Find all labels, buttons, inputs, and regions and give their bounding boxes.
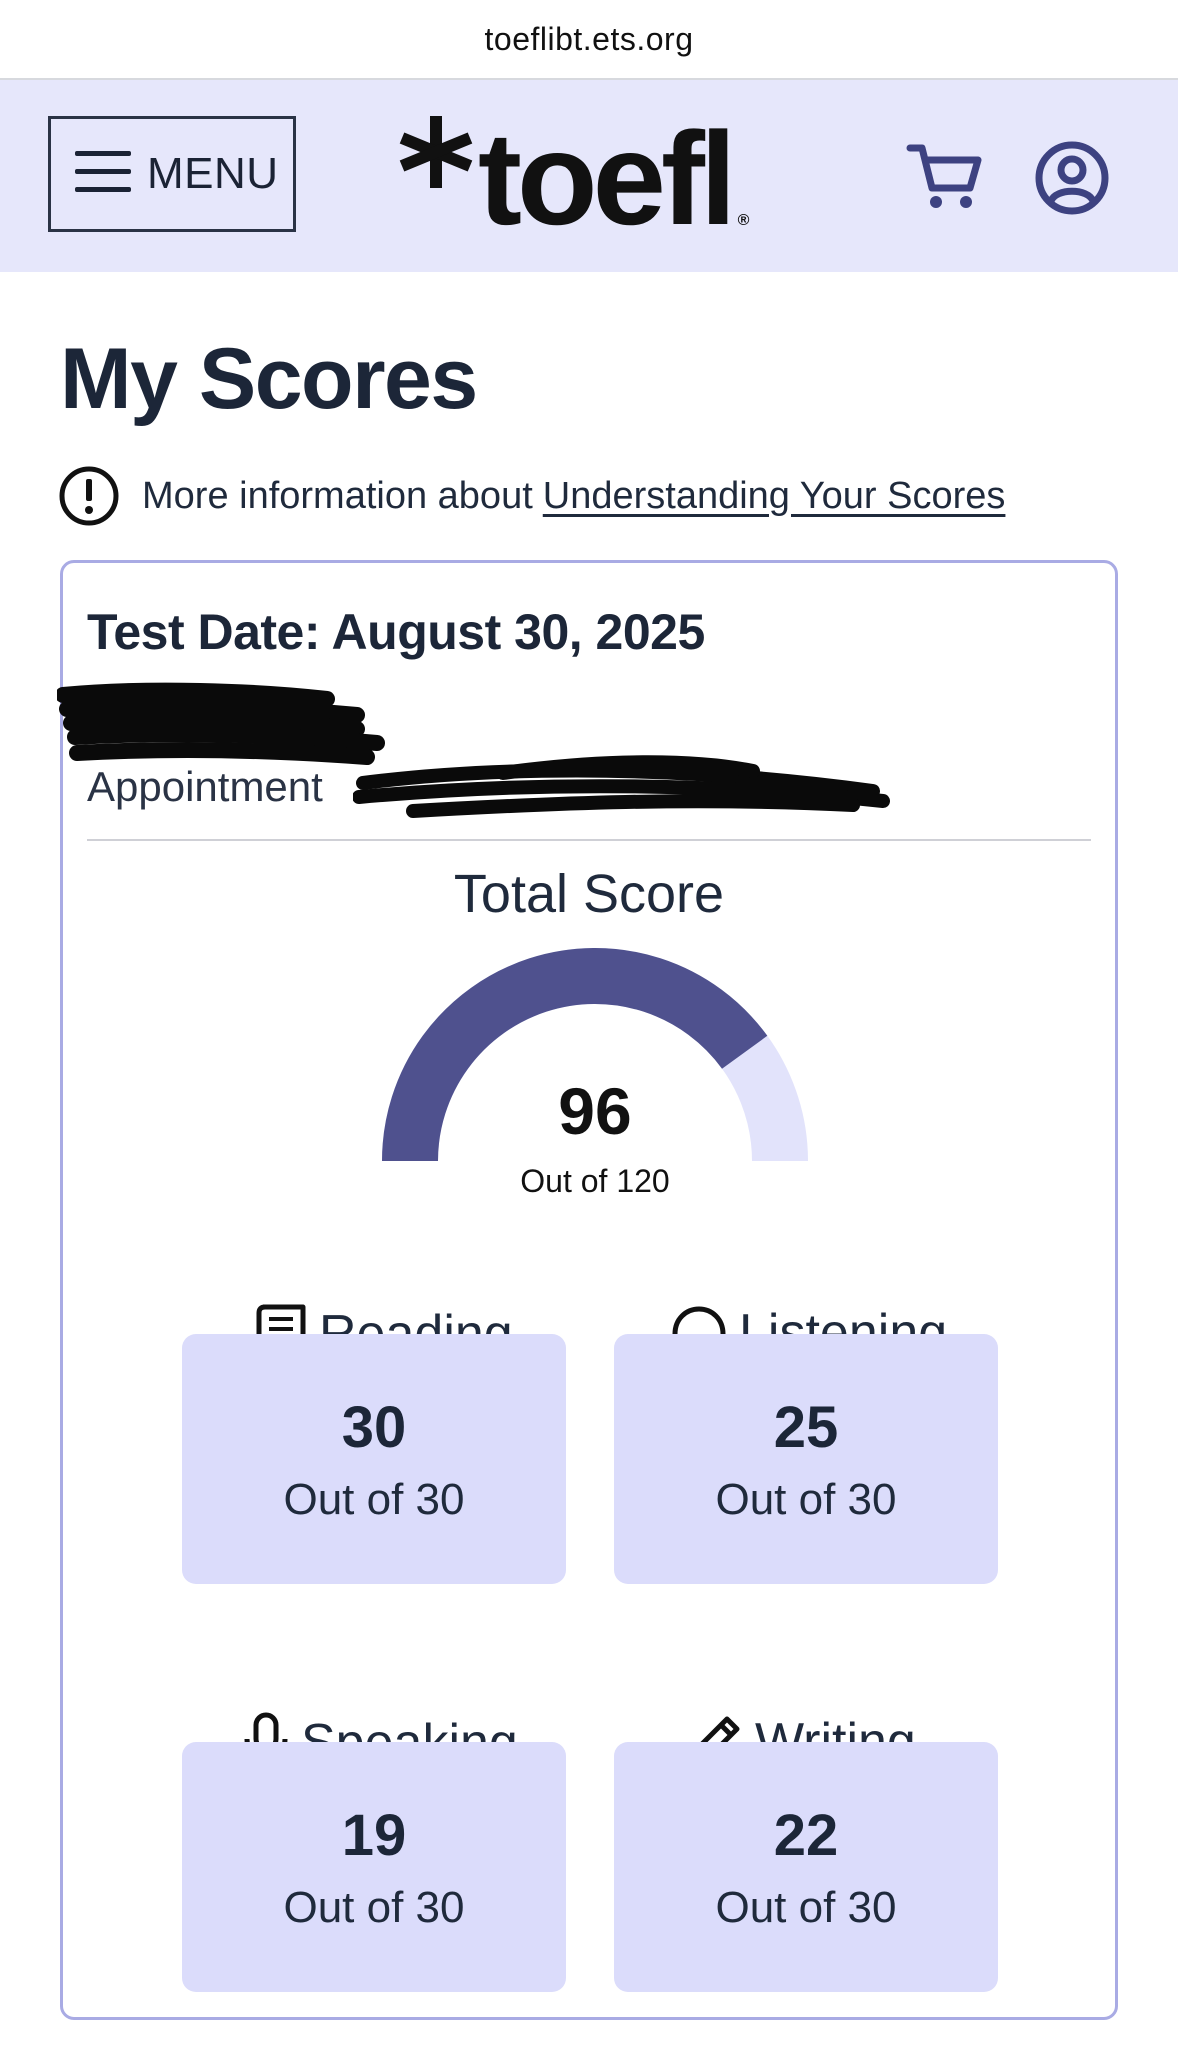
toefl-logo[interactable]: toefl ® xyxy=(398,105,750,252)
writing-out-of: Out of 30 xyxy=(715,1882,897,1932)
speaking-out-of: Out of 30 xyxy=(283,1882,465,1932)
menu-label: MENU xyxy=(147,149,279,198)
total-score-out-of: Out of 120 xyxy=(520,1163,670,1199)
registered-mark: ® xyxy=(737,212,750,229)
page-title: My Scores xyxy=(60,331,478,427)
appointment-label: Appointment xyxy=(87,763,323,810)
divider xyxy=(87,839,1091,841)
listening-score-box: 25 Out of 30 xyxy=(614,1334,998,1584)
writing-score-box: 22 Out of 30 xyxy=(614,1742,998,1992)
menu-icon xyxy=(73,147,133,202)
info-row: More information about Understanding You… xyxy=(58,462,1005,530)
exclamation-circle-icon xyxy=(58,465,120,527)
info-text: More information about xyxy=(142,474,533,517)
writing-score: 22 xyxy=(773,1802,839,1868)
test-date: Test Date: August 30, 2025 xyxy=(87,604,705,660)
redaction-scribble xyxy=(55,681,397,776)
account-icon[interactable] xyxy=(1034,140,1110,221)
speaking-score-box: 19 Out of 30 xyxy=(182,1742,566,1992)
reading-score-box: 30 Out of 30 xyxy=(182,1334,566,1584)
redaction-scribble xyxy=(352,751,893,836)
total-score-label: Total Score xyxy=(453,864,725,924)
logo-wordmark: toefl xyxy=(478,105,737,252)
site-header: MENU toefl ® xyxy=(0,80,1178,272)
menu-button[interactable]: MENU xyxy=(48,116,296,232)
listening-out-of: Out of 30 xyxy=(715,1474,897,1524)
understanding-scores-link[interactable]: Understanding Your Scores xyxy=(543,475,1006,518)
reading-score: 30 xyxy=(341,1394,407,1460)
asterisk-logo-icon xyxy=(398,114,474,195)
reading-out-of: Out of 30 xyxy=(283,1474,465,1524)
browser-url-bar[interactable]: toeflibt.ets.org xyxy=(0,0,1178,80)
url-text: toeflibt.ets.org xyxy=(484,20,694,57)
total-score-value: 96 xyxy=(558,1074,632,1148)
speaking-score: 19 xyxy=(341,1802,407,1868)
cart-icon[interactable] xyxy=(906,140,982,217)
listening-score: 25 xyxy=(773,1394,839,1460)
